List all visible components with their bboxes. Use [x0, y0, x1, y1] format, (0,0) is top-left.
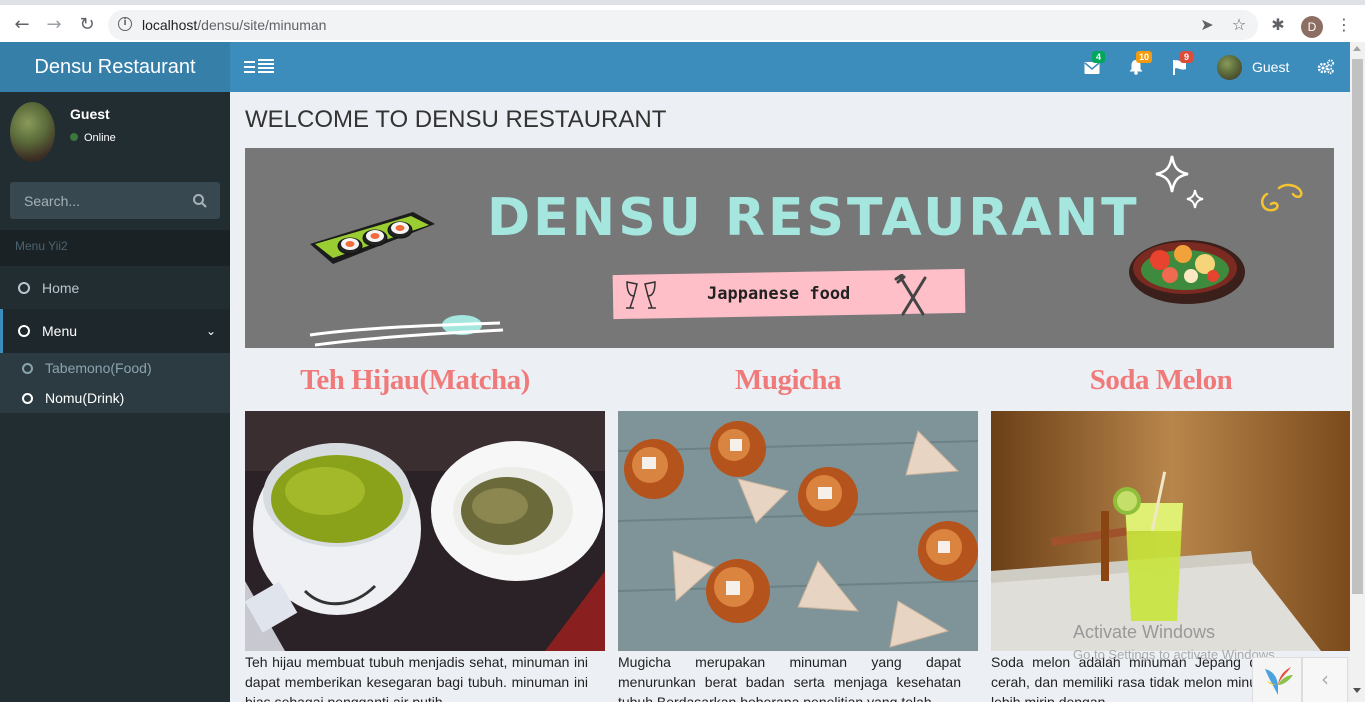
chevron-down-icon: ⌄: [206, 324, 217, 338]
notifications-badge: 10: [1136, 51, 1153, 63]
user-status-text: Online: [84, 132, 116, 144]
profile-avatar[interactable]: D: [1301, 16, 1323, 38]
soda-melon-photo: [991, 411, 1350, 651]
swirl-icon: [1260, 183, 1303, 212]
product-title: Teh Hijau(Matcha): [300, 364, 530, 396]
search-form: [10, 182, 220, 219]
scroll-down-icon[interactable]: [1353, 688, 1361, 693]
page-scrollbar[interactable]: [1350, 42, 1365, 702]
circle-o-icon: [22, 393, 33, 404]
sidebar-item-label: Home: [42, 280, 80, 296]
scroll-up-icon[interactable]: [1353, 46, 1361, 51]
sidebar-item-label: Menu: [42, 323, 78, 339]
avatar: [1217, 55, 1242, 80]
app-logo[interactable]: Densu Restaurant: [0, 42, 230, 92]
notifications-menu[interactable]: 10: [1126, 51, 1153, 77]
url-text[interactable]: localhost/densu/site/minuman: [142, 17, 326, 33]
sidebar-toggle-icon[interactable]: [244, 58, 276, 76]
chopsticks-illustration: [309, 315, 504, 347]
product-description: Teh hijau membuat tubuh menjadis sehat, …: [245, 654, 588, 702]
sidebar-item-label: Tabemono(Food): [45, 360, 152, 376]
gears-icon[interactable]: [1317, 59, 1335, 75]
address-bar[interactable]: i localhost/densu/site/minuman ➤ ☆: [108, 10, 1258, 40]
tasks-menu[interactable]: 9: [1170, 51, 1193, 77]
envelope-icon: [1084, 62, 1100, 74]
send-icon[interactable]: ➤: [1196, 14, 1218, 36]
banner-subtitle: Jappanese food: [707, 284, 851, 304]
avatar: [10, 102, 55, 162]
mugicha-image[interactable]: [618, 411, 978, 651]
product-title: Soda Melon: [1089, 364, 1233, 396]
yii-logo-icon: [1265, 667, 1293, 695]
sidebar-item-label: Nomu(Drink): [45, 390, 125, 406]
messages-menu[interactable]: 4: [1082, 51, 1105, 77]
back-icon[interactable]: ←: [10, 13, 34, 37]
mugicha-photo: [618, 411, 978, 651]
browser-toolbar: ← → ↻ i localhost/densu/site/minuman ➤ ☆…: [0, 0, 1365, 42]
restaurant-banner: DENSU RESTAURANT Jappanese food: [245, 148, 1334, 348]
extensions-icon[interactable]: ✱: [1267, 14, 1289, 36]
activation-watermark-subtitle: Go to Settings to activate Windows.: [1073, 647, 1279, 662]
sidebar-item-drink[interactable]: Nomu(Drink): [0, 383, 230, 413]
banner-title: DENSU RESTAURANT: [487, 188, 1140, 248]
sidebar-item-food[interactable]: Tabemono(Food): [0, 353, 230, 383]
online-dot-icon: [70, 133, 78, 141]
food-bowl-illustration: [1129, 240, 1245, 304]
page-title: WELCOME TO DENSU RESTAURANT: [245, 106, 667, 133]
star-icon[interactable]: ☆: [1228, 14, 1250, 36]
toast-glasses-icon: [626, 281, 656, 309]
user-status: Online: [70, 132, 116, 144]
submenu: Tabemono(Food) Nomu(Drink): [0, 353, 230, 413]
activation-watermark-title: Activate Windows: [1073, 622, 1216, 642]
menu-header: Menu Yii2: [0, 230, 230, 266]
matcha-photo: [245, 411, 605, 651]
yii-debug-logo[interactable]: [1252, 657, 1302, 702]
sidebar-item-home[interactable]: Home: [0, 266, 230, 310]
circle-o-icon: [22, 363, 33, 374]
soda-melon-image[interactable]: [991, 411, 1350, 651]
main-content: WELCOME TO DENSU RESTAURANT DENSU RESTAU…: [230, 92, 1350, 702]
sushi-board-illustration: [310, 212, 435, 264]
more-menu-icon[interactable]: ⋮: [1333, 14, 1355, 36]
product-title: Mugicha: [734, 364, 842, 396]
search-icon[interactable]: [192, 193, 208, 209]
product-description: Mugicha merupakan minuman yang dapat men…: [618, 654, 961, 702]
messages-badge: 4: [1092, 51, 1105, 63]
site-info-icon[interactable]: i: [118, 17, 132, 31]
circle-o-icon: [18, 325, 30, 337]
user-panel: Guest Online: [0, 92, 230, 172]
scrollbar-thumb[interactable]: [1352, 59, 1363, 594]
tasks-badge: 9: [1180, 51, 1193, 63]
top-navbar: 4 10 9 Guest: [230, 42, 1350, 92]
debug-toolbar-toggle[interactable]: ‹: [1302, 657, 1348, 702]
search-input[interactable]: [10, 182, 185, 219]
fork-knife-icon: [894, 274, 927, 316]
sidebar-item-menu[interactable]: Menu ⌄: [0, 309, 230, 353]
circle-o-icon: [18, 282, 30, 294]
sidebar-user-name: Guest: [70, 106, 110, 122]
forward-icon[interactable]: →: [42, 13, 66, 37]
sidebar: Guest Online Menu Yii2 Home Menu ⌄ Tabem…: [0, 92, 230, 702]
navbar-user-name: Guest: [1252, 59, 1290, 75]
matcha-image[interactable]: [245, 411, 605, 651]
sparkle-icon: [1155, 155, 1204, 209]
reload-icon[interactable]: ↻: [75, 13, 99, 37]
